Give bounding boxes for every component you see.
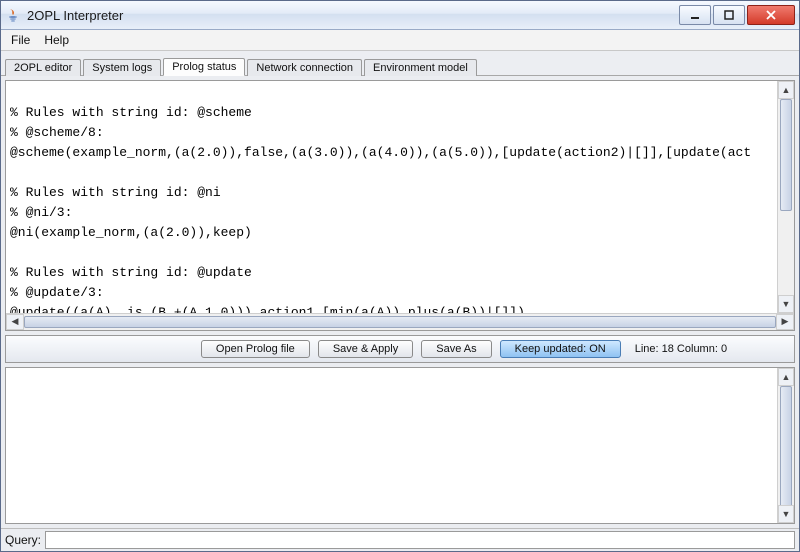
code-horizontal-scrollbar[interactable]: ◀ ▶ xyxy=(6,313,794,330)
tab-system-logs[interactable]: System logs xyxy=(83,59,161,76)
keep-updated-toggle[interactable]: Keep updated: ON xyxy=(500,340,621,358)
content-area: % Rules with string id: @scheme % @schem… xyxy=(1,76,799,528)
cursor-status: Line: 18 Column: 0 xyxy=(635,343,727,355)
menubar: File Help xyxy=(1,30,799,51)
menu-help[interactable]: Help xyxy=(38,31,75,49)
output-panel[interactable]: ▲ ▼ xyxy=(5,367,795,524)
scroll-down-icon[interactable]: ▼ xyxy=(778,505,794,523)
code-editor[interactable]: % Rules with string id: @scheme % @schem… xyxy=(6,81,794,313)
scroll-down-icon[interactable]: ▼ xyxy=(778,295,794,313)
scroll-left-icon[interactable]: ◀ xyxy=(6,314,24,330)
tab-environment-model[interactable]: Environment model xyxy=(364,59,477,76)
close-button[interactable] xyxy=(747,5,795,25)
app-window: 2OPL Interpreter File Help 2OPL editor S… xyxy=(0,0,800,552)
scroll-up-icon[interactable]: ▲ xyxy=(778,368,794,386)
maximize-button[interactable] xyxy=(713,5,745,25)
titlebar[interactable]: 2OPL Interpreter xyxy=(1,1,799,30)
window-title: 2OPL Interpreter xyxy=(27,8,677,23)
query-input[interactable] xyxy=(45,531,795,549)
hscroll-thumb[interactable] xyxy=(24,316,776,328)
menu-file[interactable]: File xyxy=(5,31,36,49)
save-as-button[interactable]: Save As xyxy=(421,340,491,358)
scroll-up-icon[interactable]: ▲ xyxy=(778,81,794,99)
tabstrip: 2OPL editor System logs Prolog status Ne… xyxy=(1,51,799,76)
code-editor-panel: % Rules with string id: @scheme % @schem… xyxy=(5,80,795,331)
minimize-button[interactable] xyxy=(679,5,711,25)
scroll-thumb[interactable] xyxy=(780,99,792,211)
tab-network-connection[interactable]: Network connection xyxy=(247,59,362,76)
tab-prolog-status[interactable]: Prolog status xyxy=(163,58,245,76)
code-vertical-scrollbar[interactable]: ▲ ▼ xyxy=(777,81,794,313)
java-icon xyxy=(5,7,21,23)
output-vertical-scrollbar[interactable]: ▲ ▼ xyxy=(777,368,794,523)
code-text: % Rules with string id: @scheme % @schem… xyxy=(10,83,751,313)
scroll-right-icon[interactable]: ▶ xyxy=(776,314,794,330)
save-apply-button[interactable]: Save & Apply xyxy=(318,340,413,358)
action-toolbar: Open Prolog file Save & Apply Save As Ke… xyxy=(5,335,795,363)
window-buttons xyxy=(677,5,795,25)
tab-2opl-editor[interactable]: 2OPL editor xyxy=(5,59,81,76)
scroll-thumb[interactable] xyxy=(780,386,792,507)
open-prolog-file-button[interactable]: Open Prolog file xyxy=(201,340,310,358)
query-label: Query: xyxy=(5,533,41,547)
query-bar: Query: xyxy=(1,528,799,551)
